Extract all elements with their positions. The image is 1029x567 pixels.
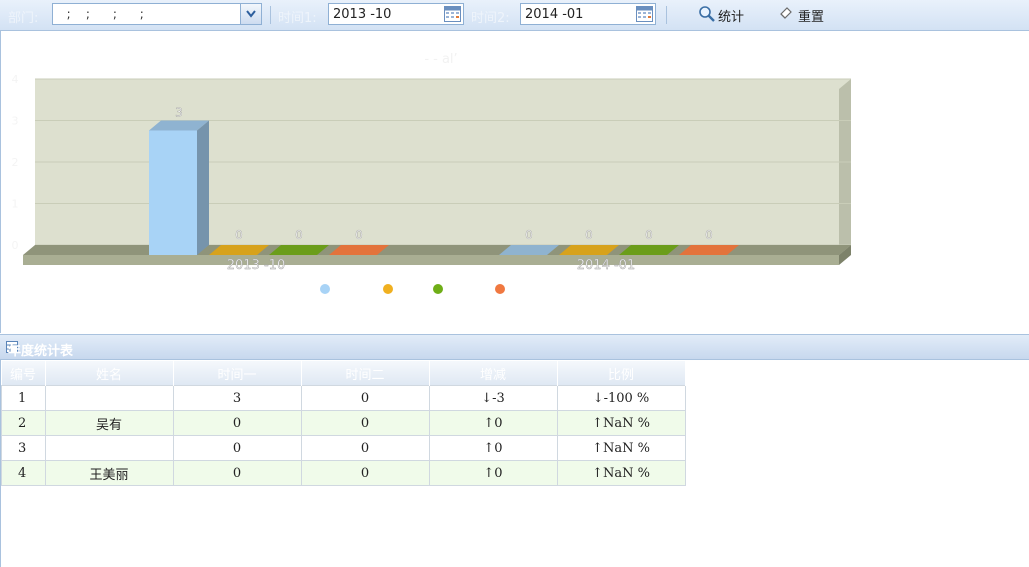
cell-ratio: ↑NaN % <box>556 410 686 436</box>
cell-no: 3 <box>1 435 46 461</box>
dept-combo[interactable]: ; ; ; ; <box>52 3 262 25</box>
reset-button[interactable]: 重置 <box>778 5 838 25</box>
cell-ratio: ↓-100 % <box>556 385 686 411</box>
cell-name: 吴有 <box>44 410 174 436</box>
cell-time2: 0 <box>300 460 430 486</box>
x-category-label: 2013 -10 <box>227 258 285 273</box>
column-header[interactable]: 编号 <box>1 361 46 386</box>
column-header[interactable]: 时间二 <box>301 361 430 386</box>
stat-button-label: 统计 <box>718 10 745 25</box>
cell-time1: 0 <box>172 410 302 436</box>
cell-time2: 0 <box>300 385 430 411</box>
data-label: 0 <box>355 228 363 242</box>
data-label: 0 <box>585 228 593 242</box>
data-label: 0 <box>645 228 653 242</box>
table-row[interactable]: 2 吴有 0 0 ↑0 ↑NaN % <box>1 410 686 436</box>
data-label: 0 <box>705 228 713 242</box>
data-label: 3 <box>175 106 183 120</box>
chevron-down-icon <box>246 10 256 18</box>
dept-label: 部门: <box>8 11 39 26</box>
cell-time1: 0 <box>172 435 302 461</box>
y-tick-label: 0 <box>12 239 19 252</box>
chart-floor-front <box>23 255 839 265</box>
cell-time2: 0 <box>300 435 430 461</box>
table-row[interactable]: 4 王美丽 0 0 ↑0 ↑NaN % <box>1 460 686 486</box>
column-header[interactable]: 姓名 <box>45 361 174 386</box>
chart-title: - - al’ <box>424 52 457 67</box>
legend-marker <box>383 284 393 294</box>
cell-name: 王美丽 <box>44 460 174 486</box>
cell-delta: ↑0 <box>428 410 558 436</box>
cell-time1: 3 <box>172 385 302 411</box>
legend-marker <box>495 284 505 294</box>
y-tick-label: 4 <box>12 73 19 86</box>
cell-no: 2 <box>1 410 46 436</box>
column-header[interactable]: 比例 <box>557 361 686 386</box>
calendar-icon[interactable] <box>444 6 461 22</box>
cell-ratio: ↑NaN % <box>556 435 686 461</box>
grid-title-bar: 年度统计表 <box>0 334 1029 360</box>
chart-panel: - - al’ 0 1 2 3 4 3 0 0 0 0 0 0 0 2013 -10 2014 -01 <box>0 31 1029 333</box>
y-tick-label: 3 <box>12 115 19 128</box>
stat-button[interactable]: 统计 <box>698 5 758 25</box>
time2-date-field[interactable]: 2014 -01 <box>520 3 656 25</box>
table-row[interactable]: 3 0 0 ↑0 ↑NaN % <box>1 435 686 461</box>
y-tick-label: 2 <box>12 156 19 169</box>
cell-delta: ↑0 <box>428 460 558 486</box>
column-header[interactable]: 增减 <box>429 361 558 386</box>
cell-no: 4 <box>1 460 46 486</box>
time2-value: 2014 -01 <box>525 7 584 22</box>
cell-delta: ↓-3 <box>428 385 558 411</box>
cell-name <box>44 385 174 411</box>
column-header[interactable]: 时间一 <box>173 361 302 386</box>
time1-value: 2013 -10 <box>333 7 392 22</box>
y-tick-label: 1 <box>12 198 19 211</box>
data-label: 0 <box>235 228 243 242</box>
table-row[interactable]: 1 3 0 ↓-3 ↓-100 % <box>1 385 686 411</box>
bar-chart: - - al’ 0 1 2 3 4 3 0 0 0 0 0 0 0 2013 -10 2014 -01 <box>12 52 851 294</box>
cell-delta: ↑0 <box>428 435 558 461</box>
cell-time1: 0 <box>172 460 302 486</box>
x-category-label: 2014 -01 <box>577 258 635 273</box>
separator <box>666 6 667 24</box>
eraser-icon <box>780 7 792 19</box>
magnifier-icon <box>699 6 715 22</box>
bar-front <box>149 130 197 255</box>
dropdown-button[interactable] <box>240 4 261 24</box>
time2-label: 时间2: <box>471 11 510 26</box>
toolbar: 部门: ; ; ; ; 时间1: 2013 -10 时间2: 2014 -01 <box>0 0 1029 31</box>
data-label: 0 <box>525 228 533 242</box>
data-grid: 编号 姓名 时间一 时间二 增减 比例 1 3 0 ↓-3 ↓-100 % 2 … <box>1 361 686 486</box>
cell-ratio: ↑NaN % <box>556 460 686 486</box>
calendar-icon[interactable] <box>636 6 653 22</box>
time1-label: 时间1: <box>278 11 317 26</box>
cell-name <box>44 435 174 461</box>
legend-marker <box>433 284 443 294</box>
dept-combo-value: ; ; ; ; <box>59 7 144 21</box>
bar-side <box>197 120 209 255</box>
reset-button-label: 重置 <box>798 10 825 25</box>
grid-area: 编号 姓名 时间一 时间二 增减 比例 1 3 0 ↓-3 ↓-100 % 2 … <box>0 360 1029 567</box>
separator <box>270 6 271 24</box>
legend-marker <box>320 284 330 294</box>
data-label: 0 <box>295 228 303 242</box>
header-row: 编号 姓名 时间一 时间二 增减 比例 <box>1 361 686 386</box>
cell-no: 1 <box>1 385 46 411</box>
grid-title: 年度统计表 <box>8 344 74 359</box>
cell-time2: 0 <box>300 410 430 436</box>
time1-date-field[interactable]: 2013 -10 <box>328 3 464 25</box>
chart-side-wall <box>839 79 851 255</box>
